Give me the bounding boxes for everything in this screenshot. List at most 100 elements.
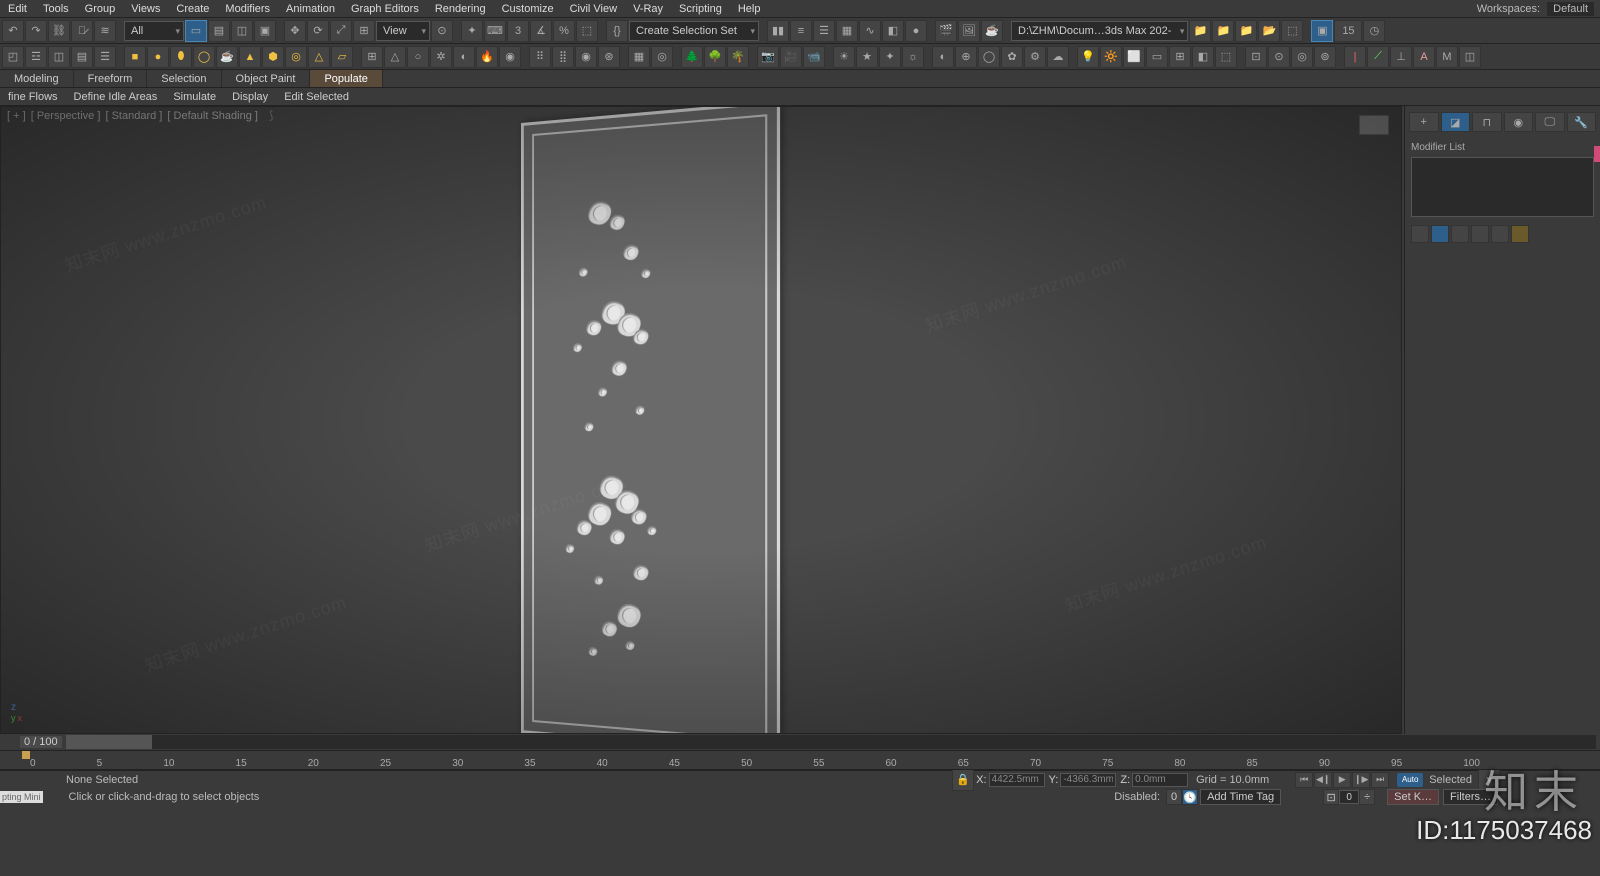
remove-mod-icon[interactable] — [1471, 225, 1489, 243]
primitive-pyramid-icon[interactable]: △ — [308, 46, 330, 68]
primitive-cone-icon[interactable]: ▲ — [239, 46, 261, 68]
goto-end-button[interactable]: ⏭ — [1371, 772, 1389, 788]
modifier-stack[interactable] — [1411, 157, 1594, 217]
axis-m-icon[interactable]: M — [1436, 46, 1458, 68]
vp-menu-icon[interactable]: [ + ] — [7, 110, 26, 122]
cam-3-icon[interactable]: 📹 — [803, 46, 825, 68]
isolate-icon[interactable]: ⊡ — [1323, 789, 1339, 805]
env-4-icon[interactable]: ☼ — [902, 46, 924, 68]
vp-filter-icon[interactable]: ⟆ — [269, 109, 273, 122]
menu-help[interactable]: Help — [730, 0, 769, 18]
keyboard-shortcut-button[interactable]: ⌨ — [484, 20, 506, 42]
menu-animation[interactable]: Animation — [278, 0, 343, 18]
primitive-sphere-icon[interactable]: ● — [147, 46, 169, 68]
bind-button[interactable]: ≋ — [94, 20, 116, 42]
workspace-value[interactable]: Default — [1547, 2, 1594, 16]
coord-x-field[interactable] — [989, 773, 1045, 787]
lock-selection-icon[interactable]: 🔒 — [952, 769, 974, 791]
particle-4-icon[interactable]: ⊛ — [598, 46, 620, 68]
tb2-btn-3[interactable]: ◫ — [48, 46, 70, 68]
pivot-button[interactable]: ⊙ — [431, 20, 453, 42]
set-key-button[interactable]: Set K… — [1387, 789, 1439, 805]
foliage-1-icon[interactable]: 🌲 — [681, 46, 703, 68]
project-path-field[interactable]: D:\ZHM\Docum…3ds Max 202- — [1011, 21, 1188, 41]
align-button[interactable]: ≡ — [790, 20, 812, 42]
tab-freeform[interactable]: Freeform — [74, 70, 148, 87]
cam-2-icon[interactable]: 🎥 — [780, 46, 802, 68]
light-4-icon[interactable]: ▭ — [1146, 46, 1168, 68]
primitive-teapot-icon[interactable]: ☕ — [216, 46, 238, 68]
named-sel-button[interactable]: {} — [606, 20, 628, 42]
sub-idleareas[interactable]: Define Idle Areas — [66, 88, 166, 105]
redo-button[interactable]: ↷ — [25, 20, 47, 42]
add-time-tag-button[interactable]: Add Time Tag — [1200, 789, 1281, 805]
frame-spinner-icon[interactable]: ÷ — [1359, 789, 1375, 805]
sub-display[interactable]: Display — [224, 88, 276, 105]
axis-last-icon[interactable]: ◫ — [1459, 46, 1481, 68]
unlink-button[interactable]: ⛓̷ — [71, 20, 93, 42]
extra-1-icon[interactable]: ⊡ — [1245, 46, 1267, 68]
coord-z-field[interactable] — [1132, 773, 1188, 787]
menu-group[interactable]: Group — [77, 0, 124, 18]
menu-customize[interactable]: Customize — [494, 0, 562, 18]
sub-fineflows[interactable]: fine Flows — [0, 88, 66, 105]
menu-scripting[interactable]: Scripting — [671, 0, 730, 18]
env-3-icon[interactable]: ✦ — [879, 46, 901, 68]
toggle-ribbon-button[interactable]: ▦ — [836, 20, 858, 42]
undo-button[interactable]: ↶ — [2, 20, 24, 42]
light-2-icon[interactable]: 🔆 — [1100, 46, 1122, 68]
folder-5-icon[interactable]: ⬚ — [1281, 20, 1303, 42]
cmd-modify-icon[interactable]: ◪ — [1441, 112, 1471, 132]
mirror-button[interactable]: ▮▮ — [767, 20, 789, 42]
show-result-icon[interactable] — [1431, 225, 1449, 243]
light-3-icon[interactable]: ⬜ — [1123, 46, 1145, 68]
link-button[interactable]: ⛓ — [48, 20, 70, 42]
folder-3-icon[interactable]: 📁 — [1235, 20, 1257, 42]
configure-icon[interactable] — [1491, 225, 1509, 243]
prev-frame-button[interactable]: ◀❙ — [1314, 772, 1332, 788]
script-listener-label[interactable]: pting Mini — [0, 791, 43, 803]
selection-filter-dropdown[interactable]: All — [124, 21, 184, 41]
vp-shading-label[interactable]: [ Default Shading ] — [167, 110, 258, 122]
material-editor-button[interactable]: ● — [905, 20, 927, 42]
tb2-helper-6[interactable]: 🔥 — [476, 46, 498, 68]
misc-2-icon[interactable]: ⊕ — [955, 46, 977, 68]
stack-options-icon[interactable] — [1511, 225, 1529, 243]
placement-button[interactable]: ⊞ — [353, 20, 375, 42]
cmd-display-icon[interactable]: 🖵 — [1535, 112, 1565, 132]
menu-edit[interactable]: Edit — [0, 0, 35, 18]
render-tbtn-1[interactable]: ▦ — [628, 46, 650, 68]
extra-4-icon[interactable]: ⊚ — [1314, 46, 1336, 68]
tab-objectpaint[interactable]: Object Paint — [222, 70, 311, 87]
autokey-toggle[interactable]: Auto — [1397, 773, 1423, 787]
select-region-button[interactable]: ◫ — [231, 20, 253, 42]
menu-create[interactable]: Create — [168, 0, 217, 18]
autobackup-button[interactable]: ▣ — [1311, 20, 1333, 42]
cam-1-icon[interactable]: 📷 — [757, 46, 779, 68]
spinner-snap-button[interactable]: ⬚ — [576, 20, 598, 42]
track-bar[interactable] — [66, 735, 1596, 749]
tb2-helper-3[interactable]: ○ — [407, 46, 429, 68]
axis-x-icon[interactable]: | — [1344, 46, 1366, 68]
menu-modifiers[interactable]: Modifiers — [217, 0, 278, 18]
env-2-icon[interactable]: ★ — [856, 46, 878, 68]
particle-2-icon[interactable]: ⣿ — [552, 46, 574, 68]
frame-number-field[interactable] — [1339, 790, 1359, 804]
time-tag-icon[interactable]: 🕓 — [1182, 789, 1198, 805]
particle-3-icon[interactable]: ◉ — [575, 46, 597, 68]
menu-tools[interactable]: Tools — [35, 0, 77, 18]
tab-populate[interactable]: Populate — [310, 70, 382, 87]
tab-modeling[interactable]: Modeling — [0, 70, 74, 87]
snap-toggle-button[interactable]: 3 — [507, 20, 529, 42]
folder-1-icon[interactable]: 📁 — [1189, 20, 1211, 42]
primitive-plane-icon[interactable]: ▱ — [331, 46, 353, 68]
pin-stack-icon[interactable] — [1411, 225, 1429, 243]
light-1-icon[interactable]: 💡 — [1077, 46, 1099, 68]
time-slider-head[interactable] — [22, 751, 30, 759]
tb2-btn-2[interactable]: ☲ — [25, 46, 47, 68]
window-crossing-button[interactable]: ▣ — [254, 20, 276, 42]
time-ruler[interactable]: 0510 152025 303540 455055 606570 758085 … — [0, 750, 1600, 770]
primitive-tube-icon[interactable]: ◎ — [285, 46, 307, 68]
tb2-btn-1[interactable]: ◰ — [2, 46, 24, 68]
goto-start-button[interactable]: ⏮ — [1295, 772, 1313, 788]
